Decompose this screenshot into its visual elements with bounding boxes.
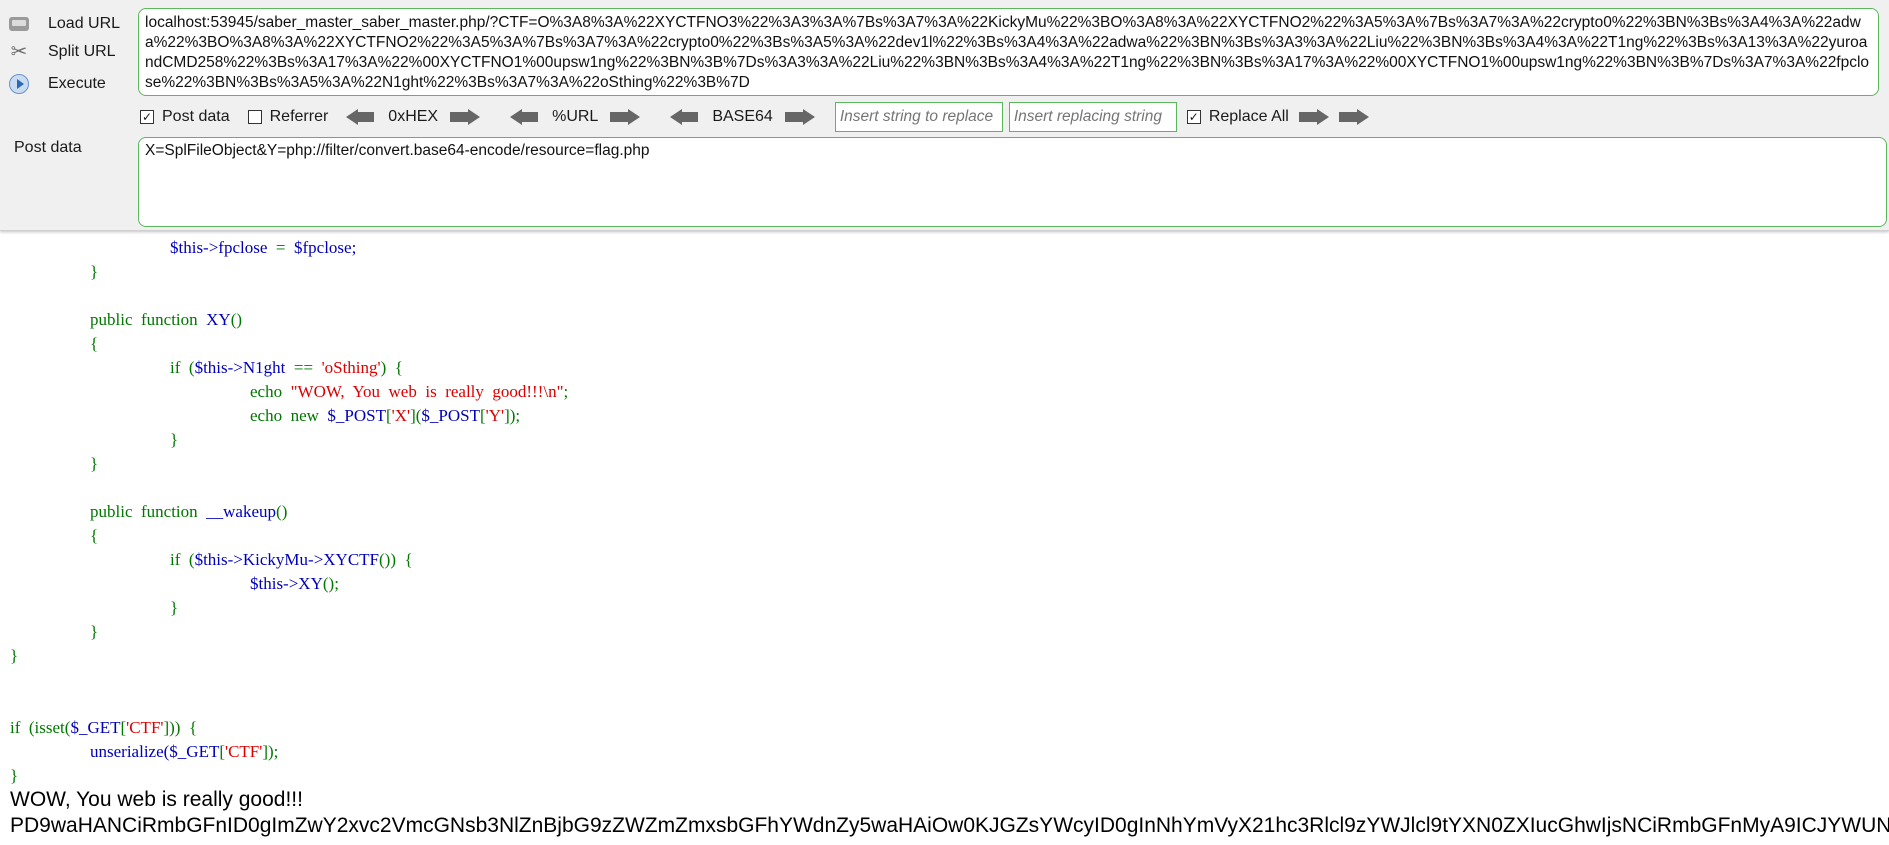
base64-encode-arrow-icon[interactable]	[784, 109, 815, 125]
code-line: if (isset($_GET['CTF'])) {	[10, 718, 198, 737]
referrer-toggle[interactable]: Referrer	[247, 108, 329, 126]
execute-label: Execute	[48, 75, 106, 92]
hex-encode-arrow-icon[interactable]	[450, 109, 481, 125]
code-line: }	[90, 622, 99, 641]
replace-all-arrow-icon[interactable]	[1338, 109, 1369, 125]
execute-button[interactable]: Execute	[8, 70, 106, 98]
referrer-label: Referrer	[269, 108, 329, 125]
options-row: ✓ Post data Referrer 0xHEX %URL BASE64 ✓…	[140, 102, 1889, 132]
code-line: }	[170, 430, 179, 449]
load-url-icon	[8, 13, 30, 35]
url-decode-arrow-icon[interactable]	[510, 109, 540, 125]
replace-find-input[interactable]	[834, 102, 1003, 132]
url-label: %URL	[552, 108, 599, 125]
url-textarea[interactable]: localhost:53945/saber_master_saber_maste…	[138, 8, 1879, 96]
code-line: echo "WOW, You web is really good!!!\n";	[250, 382, 569, 401]
hackbar-panel: Load URL ✂ Split URL Execute localhost:5…	[0, 0, 1889, 231]
code-line: if ($this->N1ght == 'oSthing') {	[170, 358, 403, 377]
url-encode-arrow-icon[interactable]	[610, 109, 641, 125]
load-url-label: Load URL	[48, 15, 121, 32]
page-output: WOW, You web is really good!!! PD9waHANC…	[10, 787, 1889, 839]
code-line: {	[90, 334, 99, 353]
replace-forward-arrow-icon[interactable]	[1298, 109, 1329, 125]
output-base64: PD9waHANCiRmbGFnID0gImZwY2xvc2VmcGNsb3Nl…	[10, 814, 1889, 837]
code-line: echo new $_POST['X']($_POST['Y']);	[250, 406, 521, 425]
code-line: public function XY()	[90, 310, 243, 329]
hex-decode-arrow-icon[interactable]	[346, 109, 376, 125]
split-url-button[interactable]: ✂ Split URL	[8, 38, 116, 66]
code-line: }	[90, 262, 99, 281]
code-line: }	[90, 454, 99, 473]
code-line: }	[170, 598, 179, 617]
replace-with-input[interactable]	[1008, 102, 1177, 132]
play-icon	[8, 73, 30, 95]
code-line: {	[90, 526, 99, 545]
code-line: $this->fpclose = $fpclose;	[170, 238, 357, 257]
post-data-toggle[interactable]: ✓ Post data	[140, 108, 230, 126]
split-url-label: Split URL	[48, 43, 116, 60]
code-line: $this->XY();	[250, 574, 339, 593]
post-data-textarea[interactable]: X=SplFileObject&Y=php://filter/convert.b…	[138, 137, 1887, 227]
post-data-toggle-label: Post data	[162, 108, 230, 125]
replace-all-label: Replace All	[1208, 108, 1289, 125]
referrer-checkbox[interactable]	[247, 110, 262, 124]
php-source: $this->fpclose = $fpclose; } public func…	[10, 230, 568, 785]
post-data-checkbox[interactable]: ✓	[140, 110, 154, 124]
code-line: }	[10, 766, 19, 785]
scissors-icon: ✂	[10, 41, 28, 63]
hex-label: 0xHEX	[388, 108, 439, 125]
output-message: WOW, You web is really good!!!	[10, 788, 303, 811]
base64-decode-arrow-icon[interactable]	[670, 109, 700, 125]
code-line: public function __wakeup()	[90, 502, 288, 521]
code-line: }	[10, 646, 19, 665]
base64-label: BASE64	[712, 108, 773, 125]
load-url-button[interactable]: Load URL	[8, 10, 120, 38]
replace-all-checkbox[interactable]: ✓	[1186, 110, 1201, 124]
replace-all-toggle[interactable]: ✓ Replace All	[1186, 108, 1289, 126]
code-line: if ($this->KickyMu->XYCTF()) {	[170, 550, 413, 569]
post-data-label: Post data	[14, 139, 82, 156]
code-line: unserialize($_GET['CTF']);	[90, 742, 279, 761]
